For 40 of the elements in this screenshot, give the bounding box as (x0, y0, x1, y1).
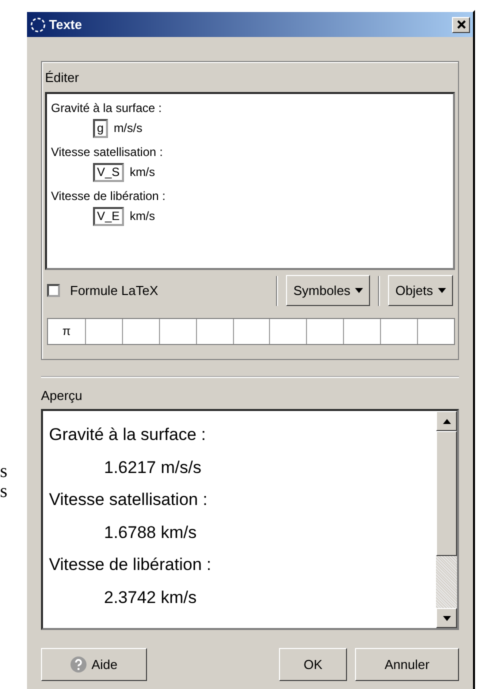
scroll-thumb[interactable] (436, 431, 457, 556)
close-button[interactable] (452, 16, 470, 32)
checkbox[interactable] (47, 284, 60, 297)
ok-button[interactable]: OK (279, 648, 347, 681)
caret-icon (355, 288, 364, 293)
input-field[interactable]: g (93, 118, 108, 138)
text-fragment: s (0, 462, 8, 482)
scroll-down-button[interactable] (436, 608, 457, 628)
cancel-button[interactable]: Annuler (355, 648, 459, 681)
checkbox-label: Formule LaTeX (70, 282, 158, 300)
input-field[interactable]: V_E (93, 206, 124, 226)
caret-icon (438, 288, 446, 293)
preview-text: 2.3742 km/s (103, 586, 197, 608)
preview-text: Vitesse satellisation : (49, 489, 208, 511)
window-title: Texte (49, 16, 82, 34)
help-icon (70, 656, 88, 673)
unit-text: km/s (130, 164, 156, 180)
help-button[interactable]: Aide (41, 648, 147, 681)
unit-text: km/s (130, 208, 156, 224)
editor-text: Gravité à la surface : (51, 100, 163, 116)
dropdown-button[interactable]: Objets (388, 274, 453, 306)
scrollbar[interactable] (436, 411, 457, 628)
preview-text: 1.6788 km/s (103, 522, 197, 544)
arrow-down-icon (442, 616, 450, 620)
text-fragment: s (0, 482, 8, 502)
section-label: Aperçu (41, 386, 84, 405)
input-field[interactable]: V_S (93, 162, 124, 182)
editor-text: Vitesse satellisation : (51, 144, 164, 160)
dropdown-button[interactable]: Symboles (286, 274, 370, 306)
window-icon (30, 16, 46, 32)
preview-text: 1.6217 m/s/s (103, 456, 202, 478)
preview-text: Vitesse de libération : (49, 554, 212, 576)
scroll-up-button[interactable] (436, 411, 457, 431)
symbol-button[interactable]: π (48, 318, 85, 344)
arrow-up-icon (442, 418, 450, 424)
close-icon (456, 20, 466, 29)
unit-text: m/s/s (114, 120, 142, 136)
editor-text: Vitesse de libération : (51, 188, 167, 204)
section-label: Éditer (45, 69, 80, 87)
preview-text: Gravité à la surface : (49, 424, 206, 446)
